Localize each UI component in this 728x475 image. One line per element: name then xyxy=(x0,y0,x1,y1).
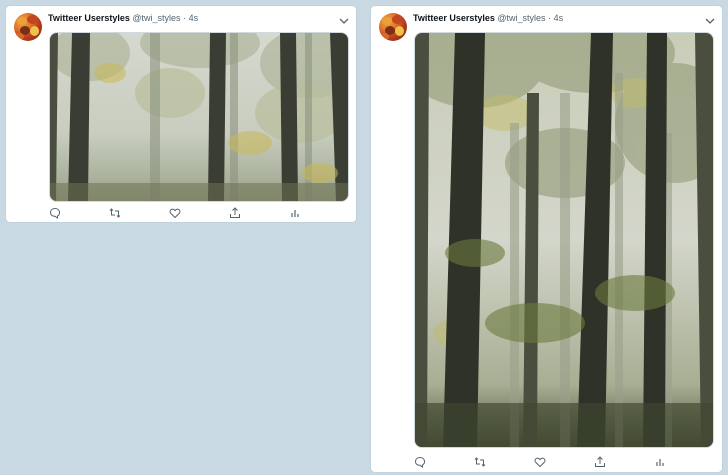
avatar[interactable] xyxy=(14,13,42,41)
meta-separator: · xyxy=(183,13,187,23)
tweet-header: Twitteer Userstyles @twi_styles · 4s xyxy=(48,13,198,24)
tweet-actions xyxy=(414,455,714,468)
author-handle[interactable]: @twi_styles xyxy=(132,13,180,23)
reply-icon[interactable] xyxy=(49,206,61,219)
tweet-image[interactable] xyxy=(414,32,714,448)
avatar[interactable] xyxy=(379,13,407,41)
reply-icon[interactable] xyxy=(414,455,426,468)
tweet-card[interactable]: Twitteer Userstyles @twi_styles · 4s xyxy=(371,6,722,472)
analytics-icon[interactable] xyxy=(654,455,666,467)
tweet-actions xyxy=(49,206,349,219)
author-name[interactable]: Twitteer Userstyles xyxy=(48,13,130,23)
chevron-down-icon[interactable] xyxy=(704,13,716,24)
share-icon[interactable] xyxy=(229,206,241,218)
tweet-card[interactable]: Twitteer Userstyles @twi_styles · 4s xyxy=(6,6,356,222)
author-name[interactable]: Twitteer Userstyles xyxy=(413,13,495,23)
like-icon[interactable] xyxy=(169,206,181,219)
tweet-header: Twitteer Userstyles @twi_styles · 4s xyxy=(413,13,563,24)
share-icon[interactable] xyxy=(594,455,606,467)
retweet-icon[interactable] xyxy=(474,455,486,467)
meta-separator: · xyxy=(548,13,552,23)
tweet-timestamp[interactable]: 4s xyxy=(189,13,199,23)
retweet-icon[interactable] xyxy=(109,206,121,218)
like-icon[interactable] xyxy=(534,455,546,468)
author-handle[interactable]: @twi_styles xyxy=(497,13,545,23)
analytics-icon[interactable] xyxy=(289,206,301,218)
tweet-image[interactable] xyxy=(49,32,349,202)
chevron-down-icon[interactable] xyxy=(338,13,350,24)
tweet-timestamp[interactable]: 4s xyxy=(554,13,564,23)
